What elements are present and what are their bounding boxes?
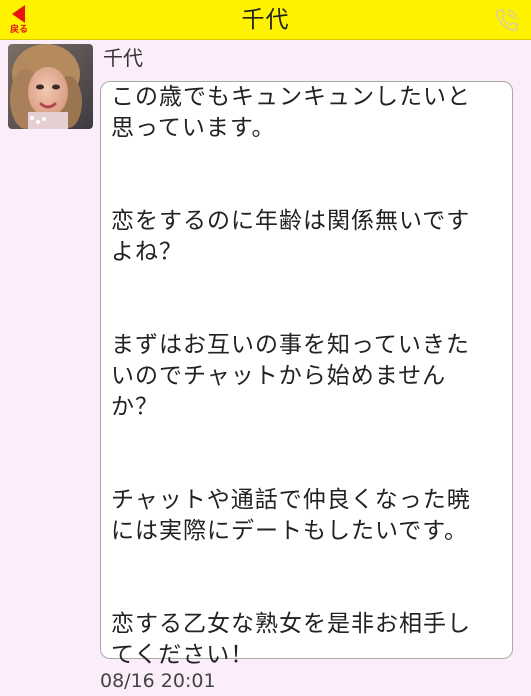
- sender-name: 千代: [103, 46, 143, 70]
- page-title: 千代: [241, 7, 290, 33]
- message-text: この歳でもキュンキュンしたいと 思っています。 恋をするのに年齢は関係無いです …: [111, 84, 471, 668]
- avatar[interactable]: [8, 44, 93, 129]
- message-bubble: この歳でもキュンキュンしたいと 思っています。 恋をするのに年齢は関係無いです …: [100, 81, 513, 668]
- header-bar: 戻る 千代: [0, 0, 531, 40]
- phone-icon[interactable]: [493, 6, 521, 34]
- message-timestamp: 08/16 20:01: [100, 670, 216, 692]
